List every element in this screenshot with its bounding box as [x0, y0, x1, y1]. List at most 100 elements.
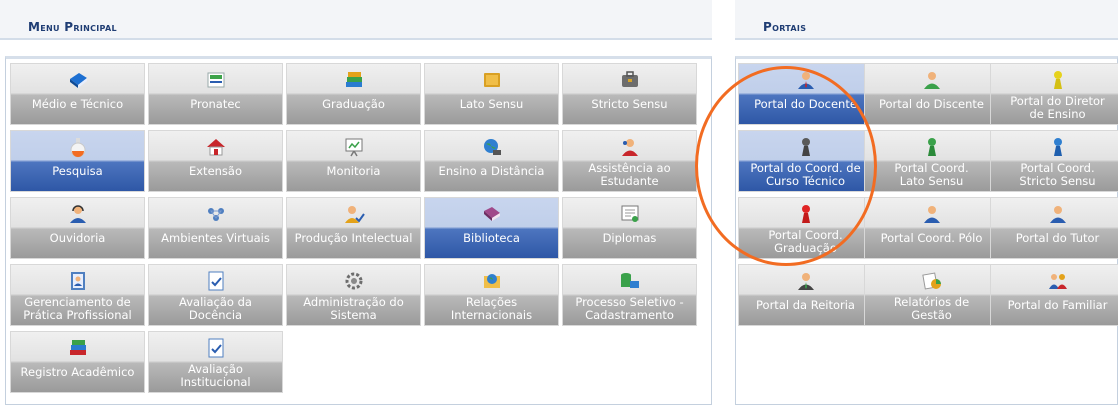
- menu-principal-title: Menu Principal: [0, 0, 712, 40]
- tile-label: Relatórios de Gestão: [893, 295, 970, 322]
- tile-ensino-distancia[interactable]: Ensino a Distância: [424, 130, 559, 192]
- network-icon: [207, 208, 224, 221]
- tile-label: Diplomas: [602, 231, 657, 245]
- tile-label: Processo Seletivo - Cadastramento: [575, 295, 684, 322]
- tile-portal-coord-curso-tecnico[interactable]: Portal do Coord. de Curso Técnico: [738, 130, 873, 192]
- red-pawn-icon: [801, 205, 810, 223]
- tile-label: Portal do Diretor de Ensino: [1010, 94, 1105, 121]
- headset-user-icon: [69, 205, 86, 223]
- tile-label: Portal Coord. Pólo: [880, 231, 983, 245]
- pronatec-logo-icon: [207, 72, 224, 88]
- user-check-icon: [344, 206, 365, 223]
- tile-portal-coord-lato-sensu[interactable]: Portal Coord. Lato Sensu: [864, 130, 999, 192]
- businessman-icon: [797, 273, 814, 290]
- teacher-icon: [797, 72, 814, 89]
- briefcase-icon: [621, 71, 638, 87]
- tile-label: Stricto Sensu: [591, 97, 668, 111]
- tile-avaliacao-docencia[interactable]: Avaliação da Docência: [148, 264, 283, 326]
- tile-portal-tutor[interactable]: Portal do Tutor: [990, 197, 1118, 259]
- tile-assistencia-estudante[interactable]: Assistência ao Estudante: [562, 130, 697, 192]
- menu-principal-panel: Médio e Técnico Pronatec Graduação Lato …: [5, 56, 712, 405]
- tile-label: Portal do Coord. de Curso Técnico: [750, 161, 861, 188]
- house-icon: [206, 139, 225, 156]
- tile-label: Graduação: [322, 97, 385, 111]
- tile-portal-coord-graduacao[interactable]: Portal Coord. Graduação: [738, 197, 873, 259]
- blue-book-icon: [69, 73, 87, 88]
- books-stack-icon: [345, 72, 362, 87]
- tile-avaliacao-institucional[interactable]: Avaliação Institucional: [148, 331, 283, 393]
- presentation-board-icon: [345, 138, 362, 157]
- tile-medio-tecnico[interactable]: Médio e Técnico: [10, 63, 145, 125]
- flask-icon: [70, 138, 85, 158]
- tile-gerenciamento-pratica[interactable]: Gerenciamento de Prática Profissional: [10, 264, 145, 326]
- blue-pawn-icon: [1053, 138, 1062, 156]
- tile-relatorios-gestao[interactable]: Relatórios de Gestão: [864, 264, 999, 326]
- tile-label: Ambientes Virtuais: [161, 231, 270, 245]
- tile-label: Portal Coord. Graduação: [768, 228, 843, 255]
- tile-graduacao[interactable]: Graduação: [286, 63, 421, 125]
- student-icon: [923, 72, 940, 89]
- tile-portal-docente[interactable]: Portal do Docente: [738, 63, 873, 125]
- tile-label: Portal do Discente: [879, 97, 984, 111]
- tile-diplomas[interactable]: Diplomas: [562, 197, 697, 259]
- tile-label: Monitoria: [326, 164, 381, 178]
- tile-label: Registro Acadêmico: [20, 365, 135, 379]
- tile-label: Ouvidoria: [49, 231, 106, 245]
- tile-label: Assistência ao Estudante: [588, 161, 671, 188]
- tile-label: Médio e Técnico: [31, 97, 124, 111]
- tile-label: Produção Intelectual: [294, 231, 413, 245]
- tile-administracao-sistema[interactable]: Administração do Sistema: [286, 264, 421, 326]
- globe-computer-icon: [483, 139, 501, 155]
- tile-label: Portal da Reitoria: [756, 298, 855, 312]
- folder-icon: [483, 73, 500, 87]
- checklist-icon: [208, 271, 223, 291]
- contact-book-icon: [70, 272, 85, 290]
- tile-pronatec[interactable]: Pronatec: [148, 63, 283, 125]
- tile-label: Pesquisa: [52, 164, 103, 178]
- tile-label: Lato Sensu: [459, 97, 524, 111]
- tile-label: Avaliação da Docência: [179, 295, 252, 322]
- tile-producao-intelectual[interactable]: Produção Intelectual: [286, 197, 421, 259]
- reports-icon: [921, 272, 941, 290]
- portais-title: Portais: [735, 0, 1118, 40]
- tile-relacoes-internacionais[interactable]: Relações Internacionais: [424, 264, 559, 326]
- checklist-icon: [208, 338, 223, 358]
- tile-label: Extensão: [188, 164, 243, 178]
- yellow-pawn-icon: [1053, 71, 1062, 89]
- tile-portal-discente[interactable]: Portal do Discente: [864, 63, 999, 125]
- tile-label: Portal do Docente: [754, 97, 857, 111]
- tile-label: Avaliação Institucional: [180, 362, 251, 389]
- tile-extensao[interactable]: Extensão: [148, 130, 283, 192]
- tile-label: Relações Internacionais: [450, 295, 533, 322]
- tile-stricto-sensu[interactable]: Stricto Sensu: [562, 63, 697, 125]
- user-icon: [923, 206, 940, 223]
- tile-registro-academico[interactable]: Registro Acadêmico: [10, 331, 145, 393]
- tile-portal-coord-stricto-sensu[interactable]: Portal Coord. Stricto Sensu: [990, 130, 1118, 192]
- support-user-icon: [621, 139, 638, 156]
- open-book-icon: [483, 207, 500, 221]
- tile-lato-sensu[interactable]: Lato Sensu: [424, 63, 559, 125]
- tile-portal-diretor-ensino[interactable]: Portal do Diretor de Ensino: [990, 63, 1118, 125]
- tile-monitoria[interactable]: Monitoria: [286, 130, 421, 192]
- family-icon: [1048, 274, 1067, 289]
- tile-label: Ensino a Distância: [438, 164, 545, 178]
- tile-label: Portal Coord. Stricto Sensu: [1019, 161, 1096, 188]
- tile-label: Gerenciamento de Prática Profissional: [23, 295, 132, 322]
- tile-label: Biblioteca: [463, 231, 520, 245]
- certificate-icon: [621, 205, 638, 222]
- tile-ouvidoria[interactable]: Ouvidoria: [10, 197, 145, 259]
- user-icon: [1049, 206, 1066, 223]
- portais-panel: Portal do Docente Portal do Discente Por…: [735, 56, 1118, 405]
- tile-portal-familiar[interactable]: Portal do Familiar: [990, 264, 1118, 326]
- world-folder-icon: [483, 274, 500, 288]
- tile-biblioteca[interactable]: Biblioteca: [424, 197, 559, 259]
- tile-label: Portal Coord. Lato Sensu: [894, 161, 969, 188]
- tile-ambientes-virtuais[interactable]: Ambientes Virtuais: [148, 197, 283, 259]
- tile-processo-seletivo[interactable]: Processo Seletivo - Cadastramento: [562, 264, 697, 326]
- database-computer-icon: [620, 273, 639, 288]
- stacked-books-icon: [69, 340, 86, 355]
- tile-label: Pronatec: [190, 97, 241, 111]
- tile-portal-reitoria[interactable]: Portal da Reitoria: [738, 264, 873, 326]
- tile-pesquisa[interactable]: Pesquisa: [10, 130, 145, 192]
- tile-portal-coord-polo[interactable]: Portal Coord. Pólo: [864, 197, 999, 259]
